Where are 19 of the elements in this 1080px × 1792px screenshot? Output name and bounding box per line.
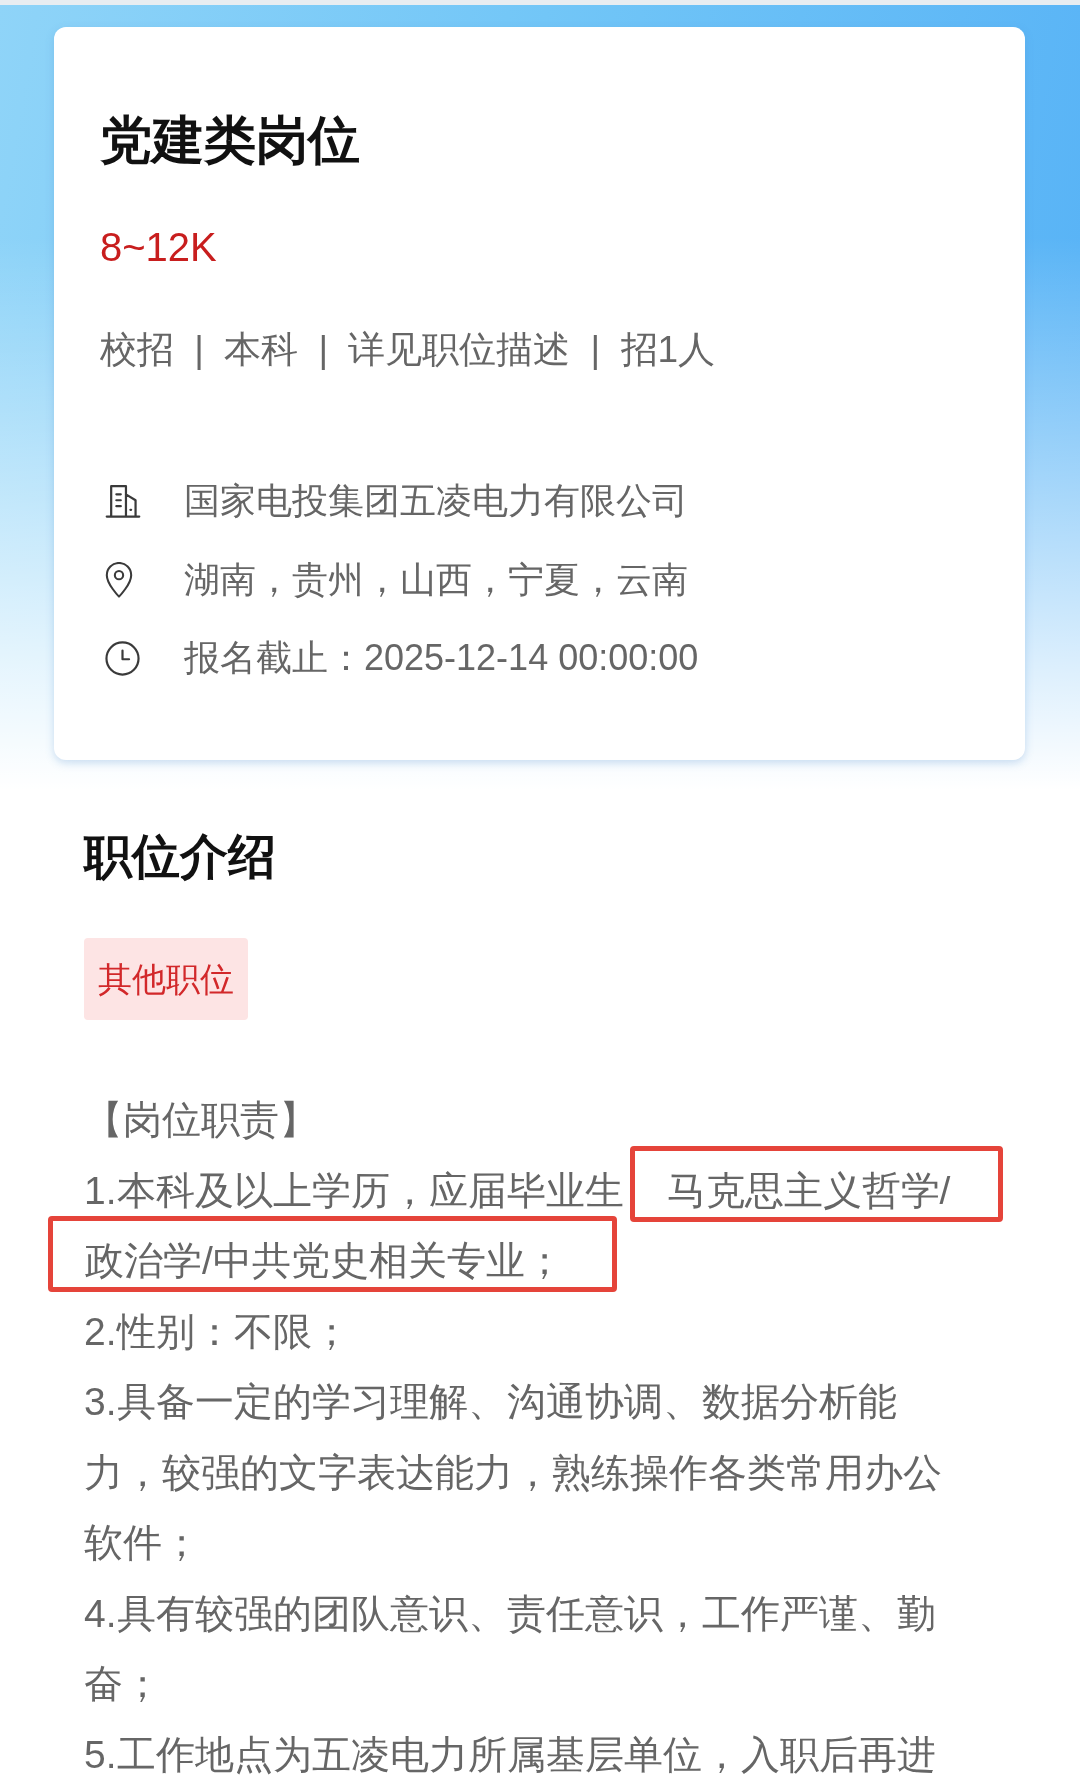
requirement-text: 3.具备一定的学习理解、沟通协调、数据分析能力，较强的文字表达能力，熟练操作各类常用办公软件；: [84, 1379, 943, 1566]
location-text: 湖南，贵州，山西，宁夏，云南: [184, 557, 688, 602]
section-heading: 【岗位职责】: [84, 1097, 318, 1143]
highlighted-text: 政治学/中共党史相关专业；: [48, 1216, 617, 1292]
clock-icon: [105, 640, 140, 676]
salary-text: 8~12K: [100, 224, 217, 271]
job-title: 党建类岗位: [100, 110, 360, 170]
requirement-text: 2.性别：不限；: [84, 1308, 351, 1355]
requirement-text: 1.本科及以上学历，应届毕业生: [84, 1168, 624, 1212]
category-tag: 其他职位: [84, 938, 248, 1020]
building-icon: [105, 484, 141, 518]
job-summary: 校招 | 本科 | 详见职位描述 | 招1人: [100, 328, 716, 372]
requirement-text: 4.具有较强的团队意识、责任意识，工作严谨、勤奋；: [84, 1590, 937, 1707]
requirement-text: 5.工作地点为五凌电力所属基层单位，入职后再进: [84, 1731, 936, 1778]
section-title: 职位介绍: [84, 829, 276, 885]
company-name: 国家电投集团五凌电力有限公司: [184, 479, 688, 523]
highlighted-text: 马克思主义哲学/: [629, 1145, 1004, 1222]
deadline-text: 报名截止：2025-12-14 00:00:00: [184, 636, 699, 680]
location-pin-icon: [105, 561, 133, 598]
